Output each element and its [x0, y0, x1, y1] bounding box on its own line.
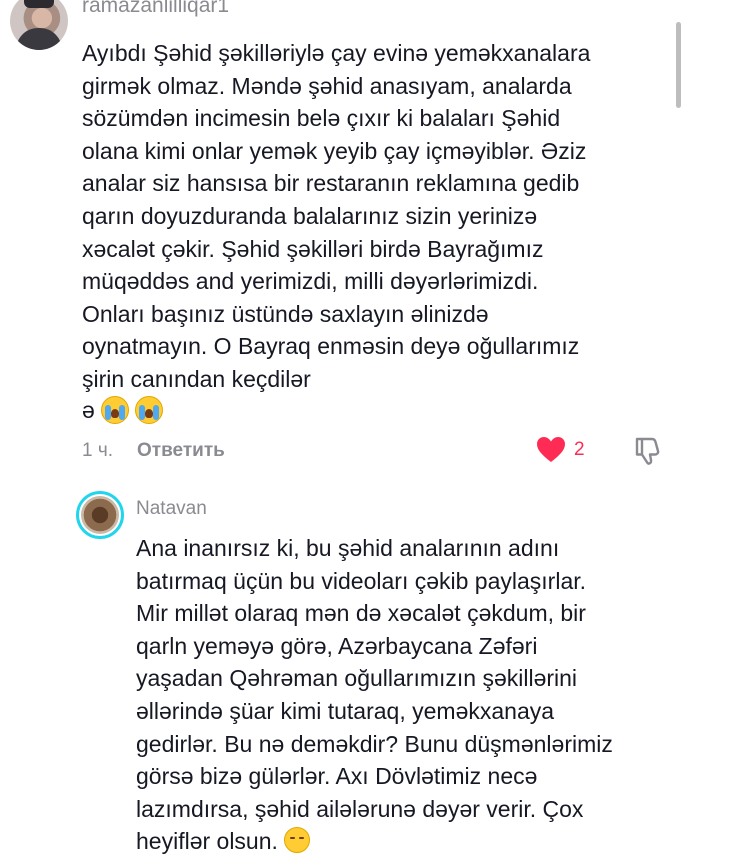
- comment-line: analar siz hansısa bir restaranın reklam…: [82, 170, 580, 197]
- comment-line: müqəddəs and yerimizdi, milli dəyərlərim…: [82, 268, 539, 295]
- loudly-crying-face-icon: [100, 396, 129, 424]
- comment-line: Mir millət olaraq mən də xəcalət çəkdum,…: [136, 600, 586, 627]
- comment-line: Onları başınız üstündə saxlayın əlinizdə: [82, 300, 489, 327]
- avatar[interactable]: [76, 491, 124, 539]
- comment-line: olana kimi onlar yemək yeyib çay içməyib…: [82, 137, 587, 164]
- pensive-face-icon: [284, 827, 311, 854]
- comment-meta: 1 ч. Ответить: [82, 440, 225, 462]
- comment-text: Ana inanırsız ki, bu şəhid analarının ad…: [136, 532, 696, 858]
- comment-line: xəcalət çəkir. Şəhid şəkilləri birdə Bay…: [82, 235, 544, 262]
- comment-username[interactable]: ramazanlilliqar1: [82, 0, 229, 18]
- comment-line: girmək olmaz. Məndə şəhid anasıyam, anal…: [82, 72, 572, 99]
- comment-line-last: heyiflər olsun.: [136, 825, 696, 858]
- comment-line: gedirlər. Bu nə deməkdir? Bunu düşmənlər…: [136, 730, 613, 757]
- like-count: 2: [574, 439, 585, 460]
- comment-line: Ayıbdı Şəhid şəkilləriylə çay evinə yemə…: [82, 40, 591, 66]
- comment-line: qarın doyuzduranda balalarınız sizin yer…: [82, 202, 538, 229]
- heart-icon: [537, 437, 565, 462]
- comment-line-text: heyiflər olsun.: [136, 828, 278, 855]
- loudly-crying-face-icon: [134, 396, 163, 424]
- reply-button[interactable]: Ответить: [137, 440, 225, 462]
- avatar[interactable]: [10, 0, 68, 50]
- comment-line: Ana inanırsız ki, bu şəhid analarının ad…: [136, 535, 560, 561]
- thumbs-down-icon: [635, 437, 660, 465]
- comment-line: yaşadan Qəhrəman oğullarımızın şəkilləri…: [136, 665, 578, 692]
- comment-line: batırmaq üçün bu videoları çəkib paylaşı…: [136, 567, 587, 594]
- comment-line: lazımdırsa, şəhid ailələrunə dəyər verir…: [136, 795, 584, 822]
- comment-line: oynatmayın. O Bayraq enməsin deyə oğulla…: [82, 333, 580, 360]
- trailing-char: ə: [82, 397, 95, 423]
- comment-line: qarln yeməyə görə, Azərbaycana Zəfəri: [136, 632, 538, 659]
- comment-line: şirin canından keçdilər: [82, 365, 311, 392]
- comment-line: sözümdən incimesin belə çıxır ki balalar…: [82, 105, 561, 132]
- emoji-row: ə: [82, 395, 163, 425]
- comment-username[interactable]: Natavan: [136, 498, 207, 520]
- dislike-button[interactable]: [634, 436, 662, 471]
- comment-line: əllərində şüar kimi tutaraq, yeməkxanaya: [136, 697, 555, 724]
- like-button[interactable]: 2: [536, 436, 585, 464]
- comment-text: Ayıbdı Şəhid şəkilləriylə çay evinə yemə…: [82, 37, 682, 396]
- comment-line: görsə bizə gülərlər. Axı Dövlətimiz necə: [136, 763, 538, 790]
- comment-time: 1 ч.: [82, 440, 114, 461]
